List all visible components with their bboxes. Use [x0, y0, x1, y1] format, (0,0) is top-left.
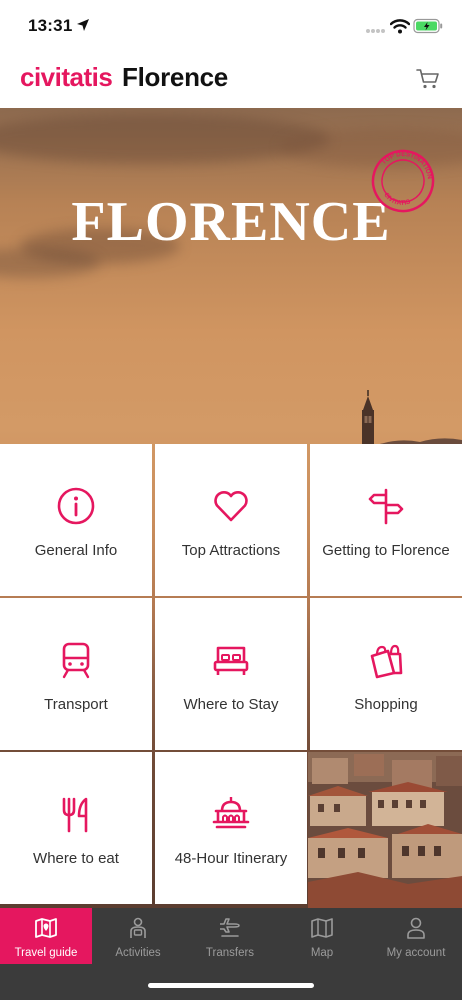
nav-my-account[interactable]: My account [370, 908, 462, 964]
rooftops-illustration [308, 752, 462, 908]
brand-logo: civitatis [20, 62, 113, 92]
tile-label: General Info [34, 542, 118, 559]
tile-label: Where to Stay [183, 696, 279, 713]
tile-where-to-stay[interactable]: Where to Stay [155, 598, 307, 750]
nav-label: Transfers [205, 947, 255, 959]
map-book-icon [35, 918, 57, 938]
heart-icon [214, 491, 248, 522]
nav-label: Map [310, 947, 334, 959]
cellular-signal-icon [366, 29, 385, 33]
monument-icon [212, 797, 250, 829]
tile-label: 48-Hour Itinerary [174, 850, 288, 867]
tile-label: Top Attractions [181, 542, 281, 559]
tile-label: Getting to Florence [322, 542, 450, 559]
battery-icon [413, 18, 443, 34]
status-time: 13:31 [28, 16, 73, 35]
app-header: civitatis Florence [0, 56, 462, 108]
tile-transport[interactable]: Transport [0, 598, 152, 750]
tile-getting-to-florence[interactable]: Getting to Florence [310, 444, 462, 596]
tile-label: Transport [44, 696, 108, 713]
map-icon [311, 918, 333, 938]
location-arrow-icon [77, 19, 89, 31]
nav-label: Travel guide [14, 947, 78, 959]
home-indicator[interactable] [148, 983, 314, 988]
city-rooftops-image [308, 752, 462, 908]
cart-icon[interactable] [416, 68, 440, 90]
bell-tower-silhouette [362, 390, 374, 450]
bed-icon [213, 646, 249, 675]
nav-label: My account [386, 947, 446, 959]
tile-general-info[interactable]: General Info [0, 444, 152, 596]
tile-where-to-eat[interactable]: Where to eat [0, 752, 152, 904]
nav-travel-guide[interactable]: Travel guide [0, 908, 92, 964]
train-icon [62, 642, 90, 679]
nav-transfers[interactable]: Transfers [184, 908, 276, 964]
info-icon [57, 487, 95, 525]
signpost-icon [368, 488, 404, 525]
status-bar: 13:31 [0, 0, 462, 56]
nav-map[interactable]: Map [276, 908, 368, 964]
wifi-icon [390, 19, 410, 34]
user-icon [407, 917, 425, 939]
nav-activities[interactable]: Activities [92, 908, 184, 964]
tile-label: Shopping [354, 696, 418, 713]
plane-icon [220, 918, 240, 937]
shopping-bags-icon [370, 644, 403, 679]
tile-shopping[interactable]: Shopping [310, 598, 462, 750]
guide-person-icon [130, 917, 146, 938]
tile-label: Where to eat [33, 850, 119, 867]
nav-label: Activities [115, 947, 161, 959]
city-title: Florence [122, 62, 228, 92]
tile-top-attractions[interactable]: Top Attractions [155, 444, 307, 596]
tile-48-hour-itinerary[interactable]: 48-Hour Itinerary [155, 752, 307, 904]
fork-knife-icon [62, 797, 88, 833]
